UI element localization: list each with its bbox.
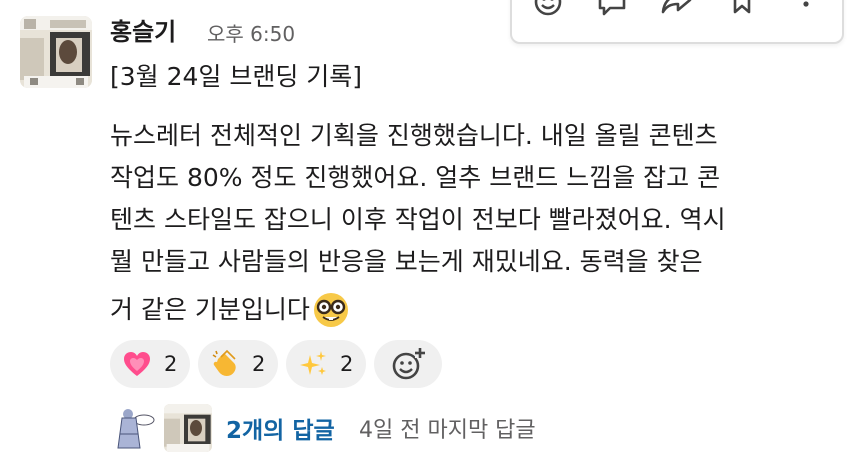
reply-avatar[interactable] (164, 404, 212, 452)
message-timestamp[interactable]: 오후 6:50 (207, 19, 295, 49)
reply-avatar-photo (164, 404, 212, 452)
message-line: 텐츠 스타일도 잡으니 이후 작업이 전보다 빨라졌어요. 역시 (110, 205, 726, 234)
reaction-clapping-hands[interactable]: 2 (198, 340, 278, 388)
reply-in-thread-icon[interactable] (596, 0, 628, 24)
message-title: [3월 24일 브랜딩 기록] (110, 62, 363, 91)
message-actions-toolbar (510, 0, 844, 44)
reaction-count: 2 (340, 352, 354, 376)
add-emoji-icon (392, 348, 425, 380)
reaction-count: 2 (164, 352, 178, 376)
sparkles-icon (300, 351, 326, 375)
thread-last-reply: 4일 전 마지막 답글 (359, 418, 536, 443)
bookmark-icon[interactable] (726, 0, 758, 24)
author-name[interactable]: 홍슬기 (110, 14, 176, 50)
message-line-text: 거 같은 기분입니다 (110, 295, 310, 324)
add-reaction-button[interactable] (374, 340, 442, 388)
avatar-photo (20, 16, 92, 88)
reaction-sparkles[interactable]: 2 (286, 340, 366, 388)
avatar[interactable] (20, 16, 92, 88)
reply-avatar-illustration (108, 404, 156, 452)
message-line: 뉴스레터 전체적인 기획을 진행했습니다. 내일 올릴 콘텐츠 (110, 121, 718, 150)
thread-reply-count-link[interactable]: 2개의 답글 (226, 414, 335, 448)
growing-heart-icon (124, 352, 150, 376)
reaction-growing-heart[interactable]: 2 (110, 340, 190, 388)
reaction-count: 2 (252, 352, 266, 376)
share-icon[interactable] (660, 0, 692, 24)
message-line: 작업도 80% 정도 진행했어요. 얼추 브랜드 느낌을 잡고 콘 (110, 163, 721, 192)
add-reaction-icon[interactable] (532, 0, 564, 24)
message-line-last: 거 같은 기분입니다 (110, 290, 830, 329)
reply-avatar[interactable] (108, 404, 156, 452)
message-line: 뭘 만들고 사람들의 반응을 보는게 재밌네요. 동력을 찾은 (110, 247, 703, 276)
clapping-hands-icon (212, 349, 236, 376)
nerd-face-icon (313, 292, 348, 327)
more-icon[interactable] (790, 0, 822, 24)
